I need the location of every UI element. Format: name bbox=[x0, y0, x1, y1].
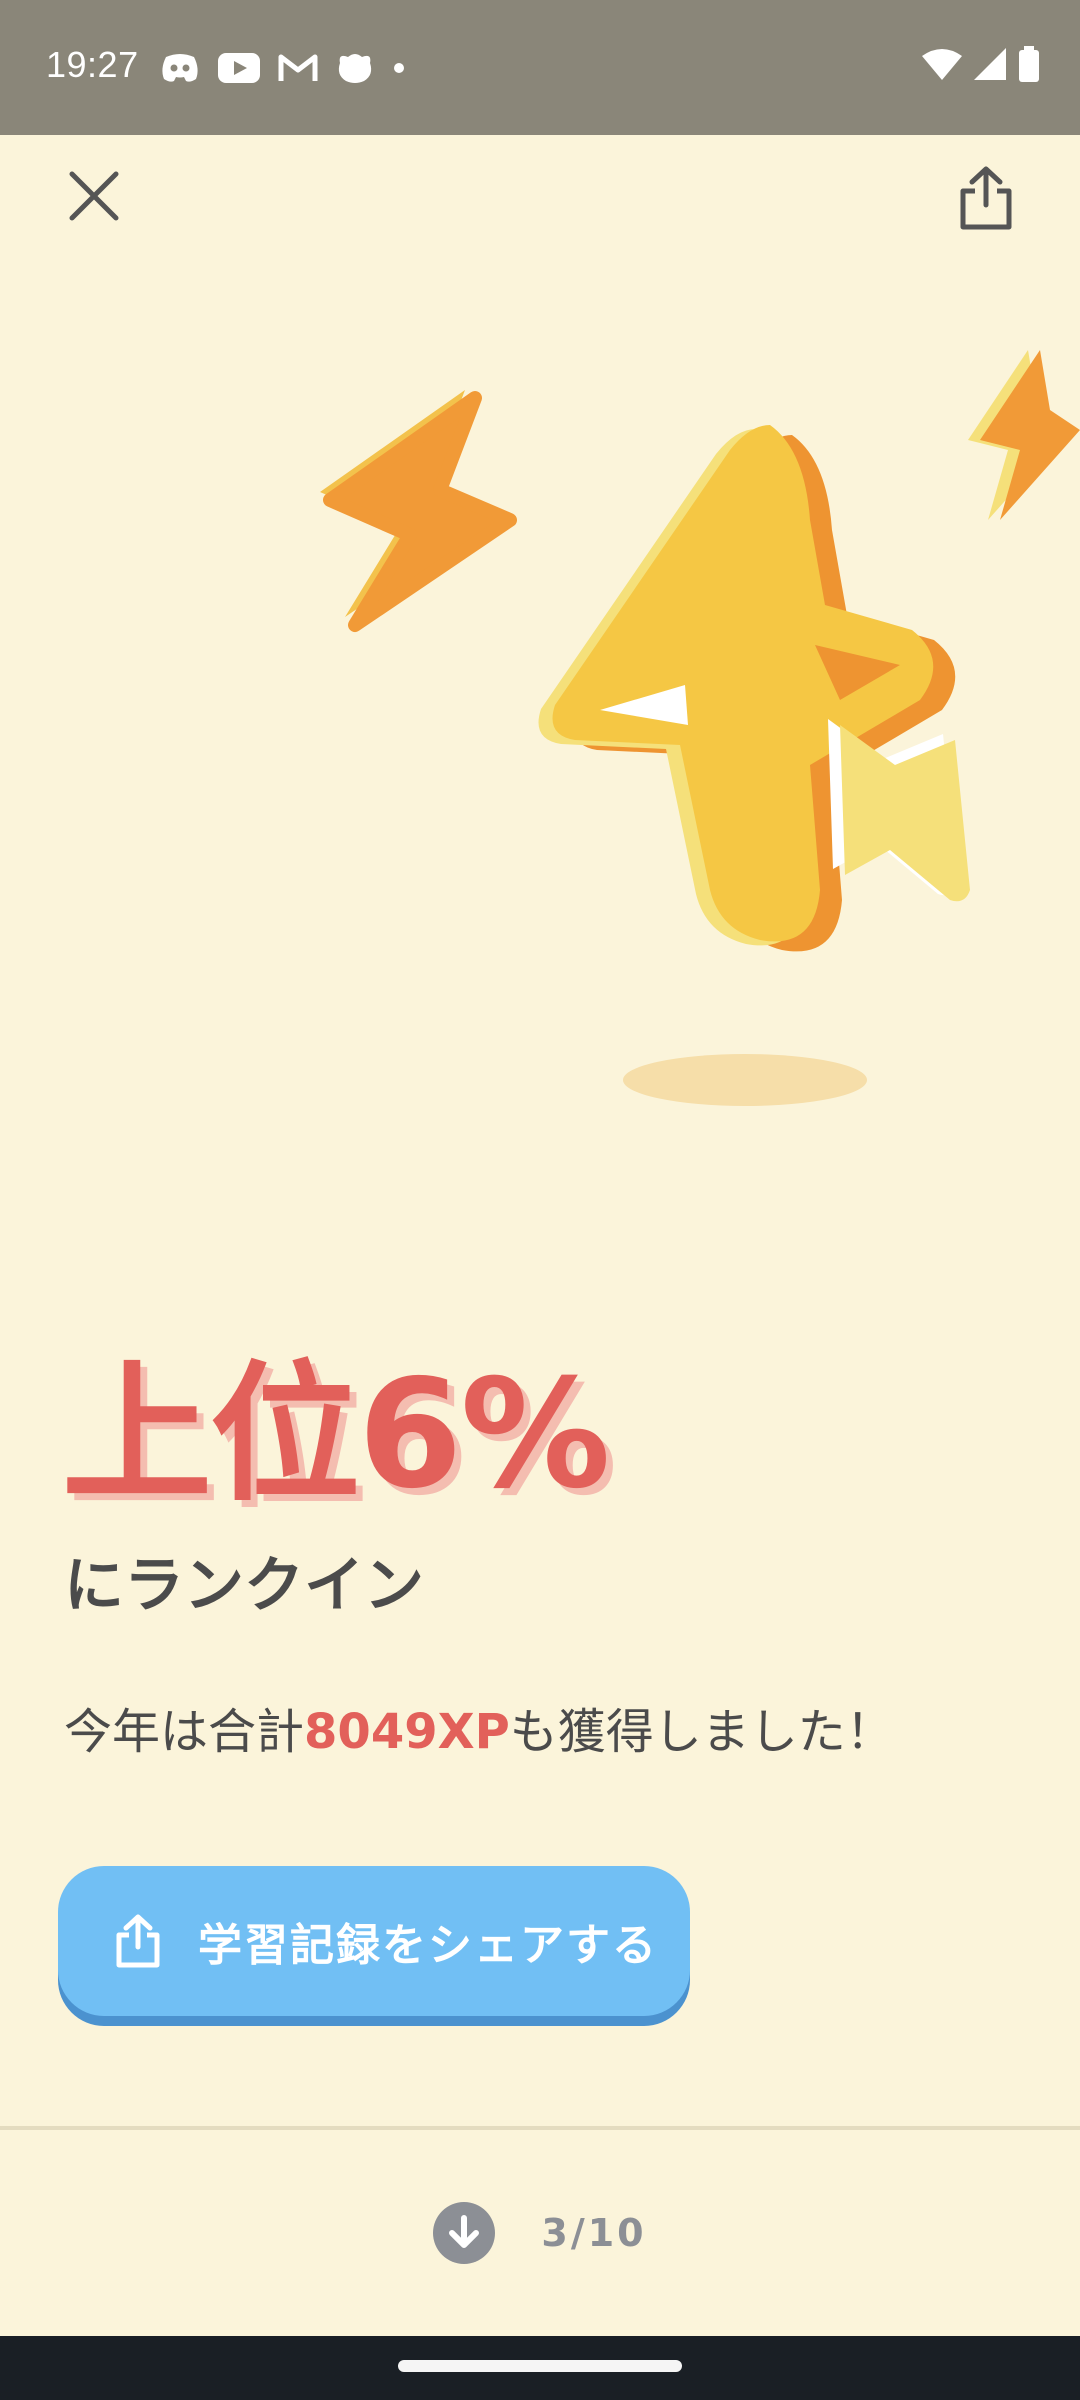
dot-icon bbox=[392, 61, 406, 75]
rank-headline: 上位6% bbox=[62, 1348, 611, 1522]
share-icon bbox=[106, 1909, 170, 1973]
summary-suffix: も獲得しました！ bbox=[509, 1704, 894, 1760]
rank-subheadline: にランクイン bbox=[64, 1551, 424, 1621]
system-nav-bar bbox=[0, 2336, 1080, 2400]
gmail-icon bbox=[278, 53, 318, 83]
close-icon bbox=[69, 171, 119, 221]
home-handle[interactable] bbox=[398, 2360, 682, 2372]
discord-icon bbox=[160, 51, 200, 85]
youtube-icon bbox=[218, 53, 260, 83]
xp-value: 8049XP bbox=[304, 1704, 510, 1760]
next-page-button[interactable] bbox=[433, 2202, 496, 2264]
share-button-label: 学習記録をシェアする bbox=[198, 1920, 658, 1971]
wifi-icon bbox=[922, 48, 962, 80]
page-indicator: 3/10 bbox=[0, 2200, 1080, 2266]
battery-icon bbox=[1018, 46, 1040, 82]
summary-prefix: 今年は合計 bbox=[64, 1704, 305, 1760]
shadow-ellipse bbox=[623, 1054, 867, 1106]
page-count: 3/10 bbox=[541, 2211, 647, 2255]
small-bolt-left bbox=[320, 390, 517, 632]
small-bolt-right bbox=[968, 350, 1080, 520]
duolingo-icon bbox=[336, 51, 374, 85]
notification-icons bbox=[160, 48, 424, 88]
system-icons bbox=[910, 46, 1040, 82]
lightning-illustration bbox=[320, 350, 1080, 1106]
big-bolt bbox=[538, 425, 970, 952]
status-bar: 19:27 bbox=[0, 0, 1080, 135]
close-button[interactable] bbox=[58, 160, 130, 232]
xp-summary: 今年は合計8049XPも獲得しました！ bbox=[64, 1700, 894, 1764]
share-progress-button[interactable]: 学習記録をシェアする bbox=[58, 1866, 690, 2016]
share-icon bbox=[960, 166, 1012, 230]
arrow-down-icon bbox=[449, 2215, 480, 2248]
footer-divider bbox=[0, 2126, 1080, 2130]
share-top-button[interactable] bbox=[948, 160, 1024, 236]
signal-icon bbox=[974, 48, 1006, 80]
status-time: 19:27 bbox=[46, 44, 139, 85]
